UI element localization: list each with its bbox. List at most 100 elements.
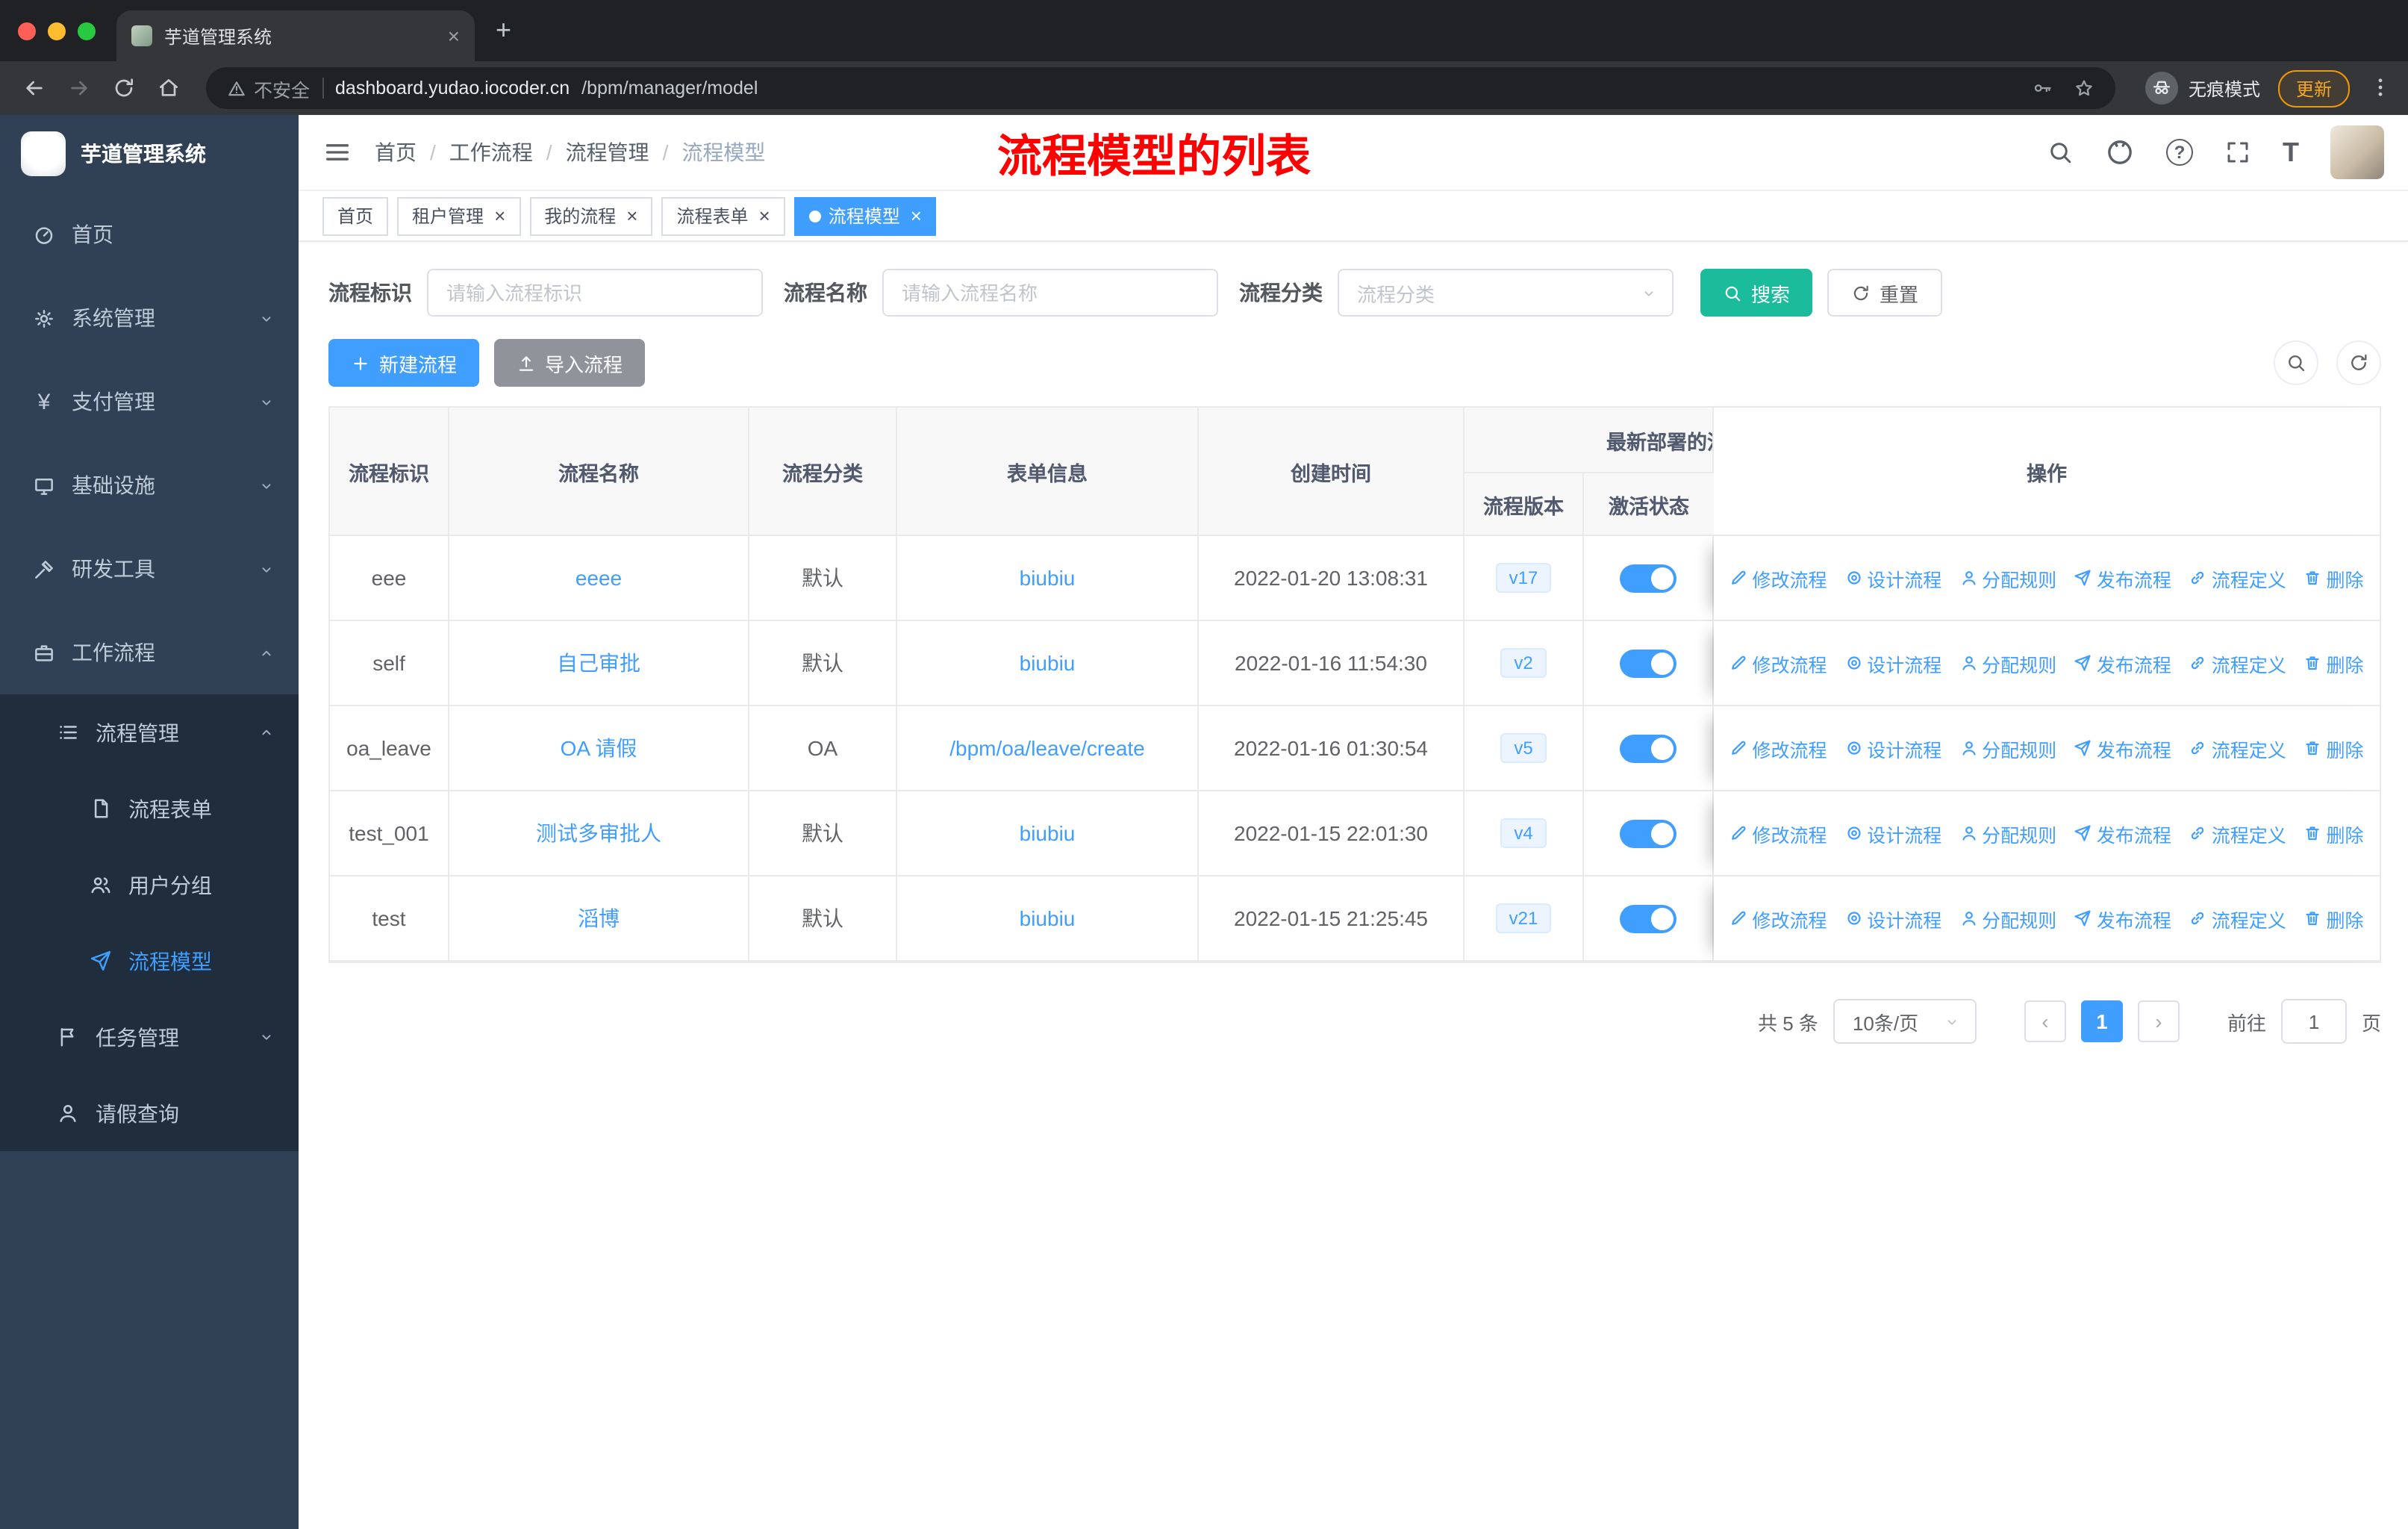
reset-button[interactable]: 重置	[1827, 269, 1943, 317]
design-process-link[interactable]: 设计流程	[1844, 649, 1941, 677]
status-toggle[interactable]	[1620, 734, 1676, 762]
model-name-link[interactable]: 自己审批	[557, 651, 640, 675]
model-name-link[interactable]: 测试多审批人	[536, 821, 661, 845]
sidebar-item-devtools[interactable]: 研发工具	[0, 527, 299, 611]
page-size-select[interactable]: 10条/页	[1832, 999, 1977, 1044]
import-process-button[interactable]: 导入流程	[494, 339, 646, 387]
sidebar-item-process-form[interactable]: 流程表单	[0, 770, 299, 847]
publish-process-link[interactable]: 发布流程	[2074, 564, 2171, 592]
minimize-window-button[interactable]	[48, 22, 66, 40]
sidebar-item-infrastructure[interactable]: 基础设施	[0, 443, 299, 527]
sidebar-item-process-management[interactable]: 流程管理	[0, 694, 299, 770]
assign-rule-link[interactable]: 分配规则	[1959, 649, 2056, 677]
publish-process-link[interactable]: 发布流程	[2074, 819, 2171, 847]
page-number-button[interactable]: 1	[2080, 1000, 2123, 1042]
sidebar-item-leave-query[interactable]: 请假查询	[0, 1075, 299, 1151]
sidebar-item-task-management[interactable]: 任务管理	[0, 999, 299, 1075]
close-window-button[interactable]	[18, 22, 36, 40]
sidebar-item-payment[interactable]: ¥ 支付管理	[0, 360, 299, 443]
create-process-button[interactable]: 新建流程	[328, 339, 480, 387]
status-toggle[interactable]	[1620, 649, 1676, 677]
status-toggle[interactable]	[1620, 564, 1676, 592]
status-toggle[interactable]	[1620, 819, 1676, 847]
next-page-button[interactable]: ›	[2137, 1000, 2180, 1042]
form-info-link[interactable]: biubiu	[1020, 651, 1076, 675]
assign-rule-link[interactable]: 分配规则	[1959, 734, 2056, 762]
modify-process-link[interactable]: 修改流程	[1729, 564, 1827, 592]
fullscreen-icon[interactable]	[2224, 139, 2251, 166]
tag-process-form[interactable]: 流程表单 ×	[661, 196, 785, 235]
forward-icon[interactable]	[60, 69, 99, 108]
reload-icon[interactable]	[105, 69, 143, 108]
search-button[interactable]: 搜索	[1700, 269, 1813, 317]
github-icon[interactable]	[2105, 137, 2135, 167]
tag-tenant[interactable]: 租户管理 ×	[397, 196, 521, 235]
tag-home[interactable]: 首页	[322, 196, 389, 235]
form-info-link[interactable]: biubiu	[1020, 566, 1076, 590]
home-icon[interactable]	[149, 69, 188, 108]
model-name-link[interactable]: OA 请假	[561, 736, 637, 760]
sidebar-item-home[interactable]: 首页	[0, 193, 299, 276]
password-key-icon[interactable]	[2032, 78, 2053, 99]
design-process-link[interactable]: 设计流程	[1844, 564, 1941, 592]
publish-process-link[interactable]: 发布流程	[2074, 649, 2171, 677]
maximize-window-button[interactable]	[78, 22, 96, 40]
modify-process-link[interactable]: 修改流程	[1729, 904, 1827, 932]
search-icon[interactable]	[2047, 139, 2074, 166]
prev-page-button[interactable]: ‹	[2024, 1000, 2066, 1042]
sidebar-item-user-group[interactable]: 用户分组	[0, 847, 299, 923]
close-icon[interactable]: ×	[494, 205, 505, 227]
breadcrumb-item[interactable]: 首页	[375, 137, 417, 167]
delete-link[interactable]: 删除	[2304, 904, 2364, 932]
process-definition-link[interactable]: 流程定义	[2189, 904, 2286, 932]
process-definition-link[interactable]: 流程定义	[2189, 734, 2286, 762]
status-toggle[interactable]	[1620, 904, 1676, 932]
modify-process-link[interactable]: 修改流程	[1729, 819, 1827, 847]
publish-process-link[interactable]: 发布流程	[2074, 904, 2171, 932]
assign-rule-link[interactable]: 分配规则	[1959, 819, 2056, 847]
show-search-button[interactable]	[2274, 340, 2318, 385]
sidebar-item-workflow[interactable]: 工作流程	[0, 611, 299, 694]
model-name-link[interactable]: eeee	[576, 566, 622, 590]
process-key-input[interactable]	[427, 269, 763, 317]
browser-tab[interactable]: 芋道管理系统 ×	[116, 10, 475, 61]
design-process-link[interactable]: 设计流程	[1844, 904, 1941, 932]
goto-page-input[interactable]	[2280, 999, 2347, 1044]
design-process-link[interactable]: 设计流程	[1844, 734, 1941, 762]
help-icon[interactable]: ?	[2166, 139, 2193, 166]
form-info-link[interactable]: biubiu	[1020, 906, 1076, 930]
modify-process-link[interactable]: 修改流程	[1729, 649, 1827, 677]
collapse-sidebar-icon[interactable]	[322, 137, 352, 167]
address-bar[interactable]: 不安全 dashboard.yudao.iocoder.cn/bpm/manag…	[206, 67, 2115, 109]
assign-rule-link[interactable]: 分配规则	[1959, 904, 2056, 932]
breadcrumb-item[interactable]: 流程管理	[566, 137, 649, 167]
sidebar-item-system[interactable]: 系统管理	[0, 276, 299, 360]
back-icon[interactable]	[15, 69, 54, 108]
publish-process-link[interactable]: 发布流程	[2074, 734, 2171, 762]
bookmark-star-icon[interactable]	[2074, 78, 2094, 99]
model-name-link[interactable]: 滔博	[578, 906, 620, 930]
delete-link[interactable]: 删除	[2304, 564, 2364, 592]
close-icon[interactable]: ×	[759, 205, 770, 227]
assign-rule-link[interactable]: 分配规则	[1959, 564, 2056, 592]
update-button[interactable]: 更新	[2277, 69, 2350, 107]
category-select[interactable]: 流程分类	[1338, 269, 1674, 317]
tag-process-model[interactable]: 流程模型 ×	[793, 196, 937, 235]
browser-menu-icon[interactable]	[2368, 75, 2393, 102]
process-name-input[interactable]	[882, 269, 1218, 317]
user-avatar[interactable]	[2330, 125, 2384, 179]
design-process-link[interactable]: 设计流程	[1844, 819, 1941, 847]
font-size-icon[interactable]: T	[2283, 139, 2299, 166]
tab-close-icon[interactable]: ×	[448, 24, 460, 48]
process-definition-link[interactable]: 流程定义	[2189, 649, 2286, 677]
modify-process-link[interactable]: 修改流程	[1729, 734, 1827, 762]
delete-link[interactable]: 删除	[2304, 734, 2364, 762]
close-icon[interactable]: ×	[626, 205, 637, 227]
form-info-link[interactable]: biubiu	[1020, 821, 1076, 845]
new-tab-button[interactable]: +	[496, 15, 511, 46]
security-warning[interactable]: 不安全	[227, 74, 310, 102]
refresh-table-button[interactable]	[2336, 340, 2381, 385]
breadcrumb-item[interactable]: 工作流程	[449, 137, 533, 167]
close-icon[interactable]: ×	[911, 205, 922, 227]
delete-link[interactable]: 删除	[2304, 649, 2364, 677]
